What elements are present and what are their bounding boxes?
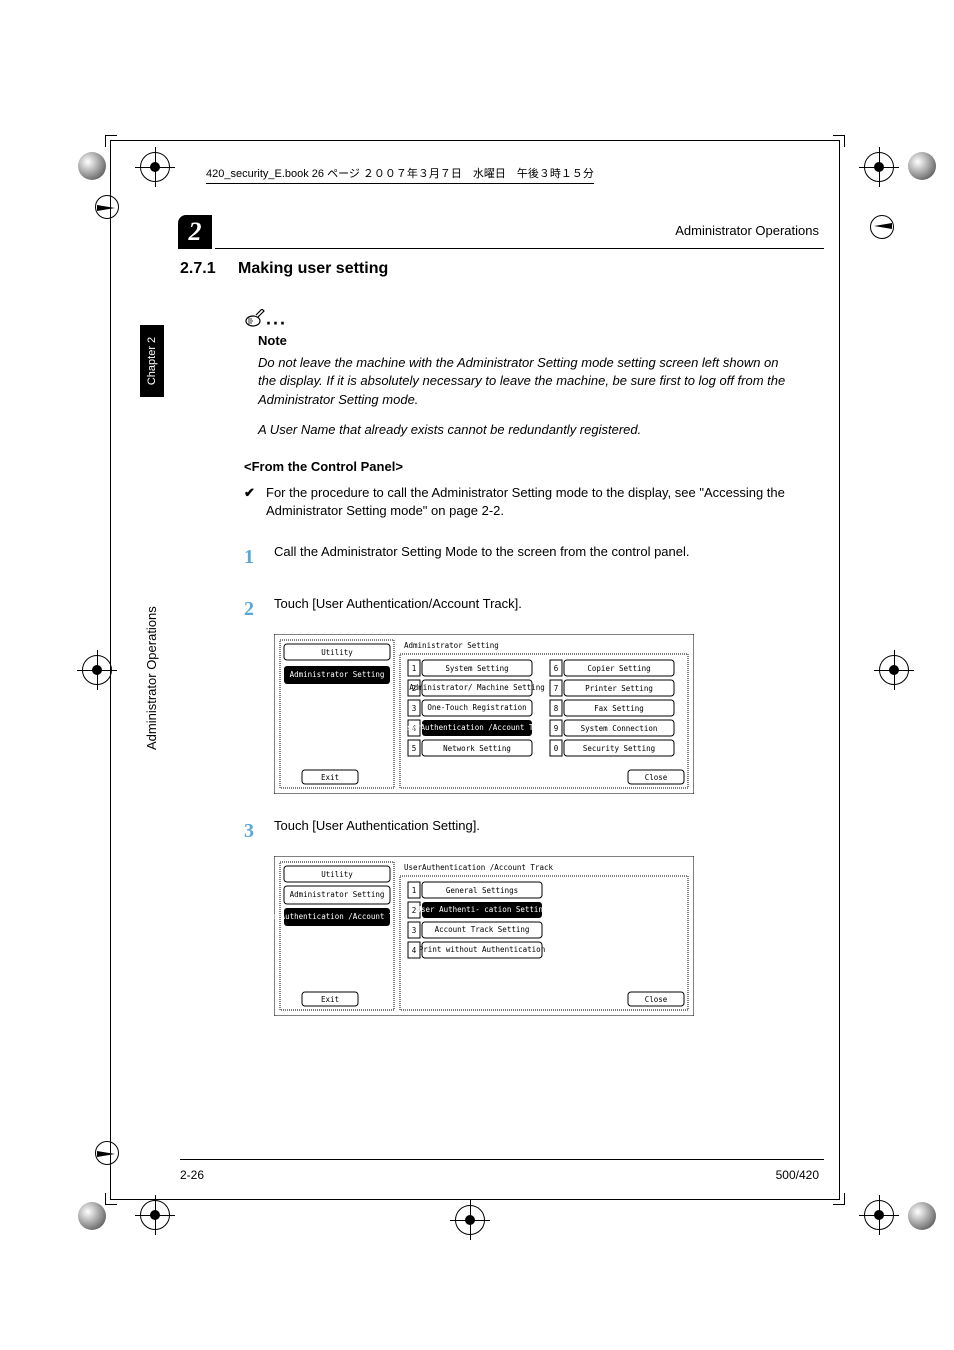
svg-text:7: 7: [554, 684, 559, 693]
footer-rule: [180, 1159, 824, 1160]
svg-text:8: 8: [554, 704, 559, 713]
svg-text:6: 6: [554, 664, 559, 673]
lcd-screenshot-1: Utility Administrator Setting Exit Admin…: [274, 634, 694, 794]
registration-mark: [455, 1205, 485, 1235]
svg-text:Fax Setting: Fax Setting: [594, 704, 644, 713]
subheading: <From the Control Panel>: [244, 459, 820, 474]
note-label: Note: [258, 333, 820, 348]
svg-text:Close: Close: [645, 773, 668, 782]
section-title: Making user setting: [238, 260, 388, 277]
svg-text:General Settings: General Settings: [446, 886, 518, 895]
svg-text:Administrator/ Machine Setting: Administrator/ Machine Setting: [409, 683, 544, 692]
svg-text:Administrator Setting: Administrator Setting: [290, 670, 385, 679]
print-sphere: [908, 152, 936, 180]
check-icon: ✔: [244, 484, 266, 520]
svg-text:9: 9: [554, 724, 559, 733]
section-number: 2.7.1: [180, 260, 238, 278]
svg-text:UserAuthentication /Account Tr: UserAuthentication /Account Track: [274, 912, 412, 921]
step-number-2: 2: [244, 594, 274, 624]
svg-text:Exit: Exit: [321, 773, 339, 782]
svg-text:UserAuthentication /Account Tr: UserAuthentication /Account Track: [402, 723, 551, 732]
registration-mark: [879, 655, 909, 685]
header-rule: [215, 248, 824, 249]
svg-text:Copier Setting: Copier Setting: [587, 664, 650, 673]
running-header: Administrator Operations: [675, 223, 819, 238]
registration-mark: [140, 1200, 170, 1230]
step-text-2: Touch [User Authentication/Account Track…: [274, 594, 522, 624]
registration-mark: [864, 1200, 894, 1230]
section-heading: 2.7.1Making user setting: [180, 260, 820, 278]
registration-mark: [82, 655, 112, 685]
svg-text:1: 1: [412, 664, 417, 673]
svg-text:Close: Close: [645, 995, 668, 1004]
model-number: 500/420: [776, 1168, 819, 1182]
svg-text:One-Touch Registration: One-Touch Registration: [427, 703, 526, 712]
svg-text:4: 4: [412, 946, 417, 955]
note-icon: ...: [244, 308, 287, 329]
print-sphere: [78, 1202, 106, 1230]
note-body-1: Do not leave the machine with the Admini…: [258, 354, 790, 409]
print-sphere: [78, 152, 106, 180]
side-chapter-label: Administrator Operations: [144, 606, 159, 750]
svg-text:Administrator Setting: Administrator Setting: [404, 641, 499, 650]
svg-text:UserAuthentication /Account Tr: UserAuthentication /Account Track: [404, 863, 553, 872]
step-text-3: Touch [User Authentication Setting].: [274, 816, 480, 846]
book-header-line: 420_security_E.book 26 ページ ２００７年３月７日 水曜日…: [206, 165, 594, 184]
registration-mark: [864, 152, 894, 182]
svg-text:Account Track Setting: Account Track Setting: [435, 925, 530, 934]
svg-text:System Setting: System Setting: [445, 664, 508, 673]
svg-text:Print without Authentication: Print without Authentication: [419, 945, 545, 954]
svg-text:Exit: Exit: [321, 995, 339, 1004]
svg-text:3: 3: [412, 926, 417, 935]
svg-text:3: 3: [412, 704, 417, 713]
svg-text:User Authenti- cation Setting: User Authenti- cation Setting: [417, 905, 548, 914]
svg-text:Administrator Setting: Administrator Setting: [290, 890, 385, 899]
chapter-badge: 2: [178, 215, 212, 249]
svg-text:Utility: Utility: [321, 870, 353, 879]
step-number-1: 1: [244, 542, 274, 572]
svg-text:System Connection: System Connection: [581, 724, 658, 733]
note-body-2: A User Name that already exists cannot b…: [258, 421, 790, 439]
step-number-3: 3: [244, 816, 274, 846]
lcd-screenshot-2: Utility Administrator Setting UserAuthen…: [274, 856, 694, 1016]
svg-text:5: 5: [412, 744, 417, 753]
check-text: For the procedure to call the Administra…: [266, 484, 790, 520]
svg-text:Printer Setting: Printer Setting: [585, 684, 653, 693]
svg-text:Security Setting: Security Setting: [583, 744, 655, 753]
chapter-side-tab: Chapter 2: [140, 325, 164, 397]
svg-text:0: 0: [554, 744, 559, 753]
svg-text:Utility: Utility: [321, 648, 353, 657]
print-sphere: [908, 1202, 936, 1230]
svg-text:1: 1: [412, 886, 417, 895]
page-number: 2-26: [180, 1168, 204, 1182]
svg-text:Network Setting: Network Setting: [443, 744, 511, 753]
step-text-1: Call the Administrator Setting Mode to t…: [274, 542, 690, 572]
arrow-mark: [870, 215, 894, 239]
